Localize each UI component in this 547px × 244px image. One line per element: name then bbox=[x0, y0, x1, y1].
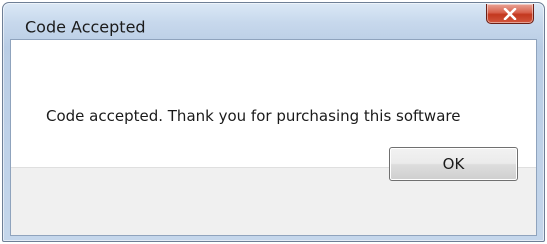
dialog-client-area: Code accepted. Thank you for purchasing … bbox=[10, 39, 537, 236]
close-button[interactable] bbox=[486, 4, 534, 24]
close-icon bbox=[503, 7, 517, 20]
dialog-window: Code Accepted Code accepted. Thank you f… bbox=[2, 2, 545, 242]
dialog-message: Code accepted. Thank you for purchasing … bbox=[46, 107, 461, 125]
title-bar[interactable]: Code Accepted bbox=[3, 3, 544, 37]
window-title: Code Accepted bbox=[25, 17, 146, 37]
ok-button[interactable]: OK bbox=[389, 147, 518, 181]
